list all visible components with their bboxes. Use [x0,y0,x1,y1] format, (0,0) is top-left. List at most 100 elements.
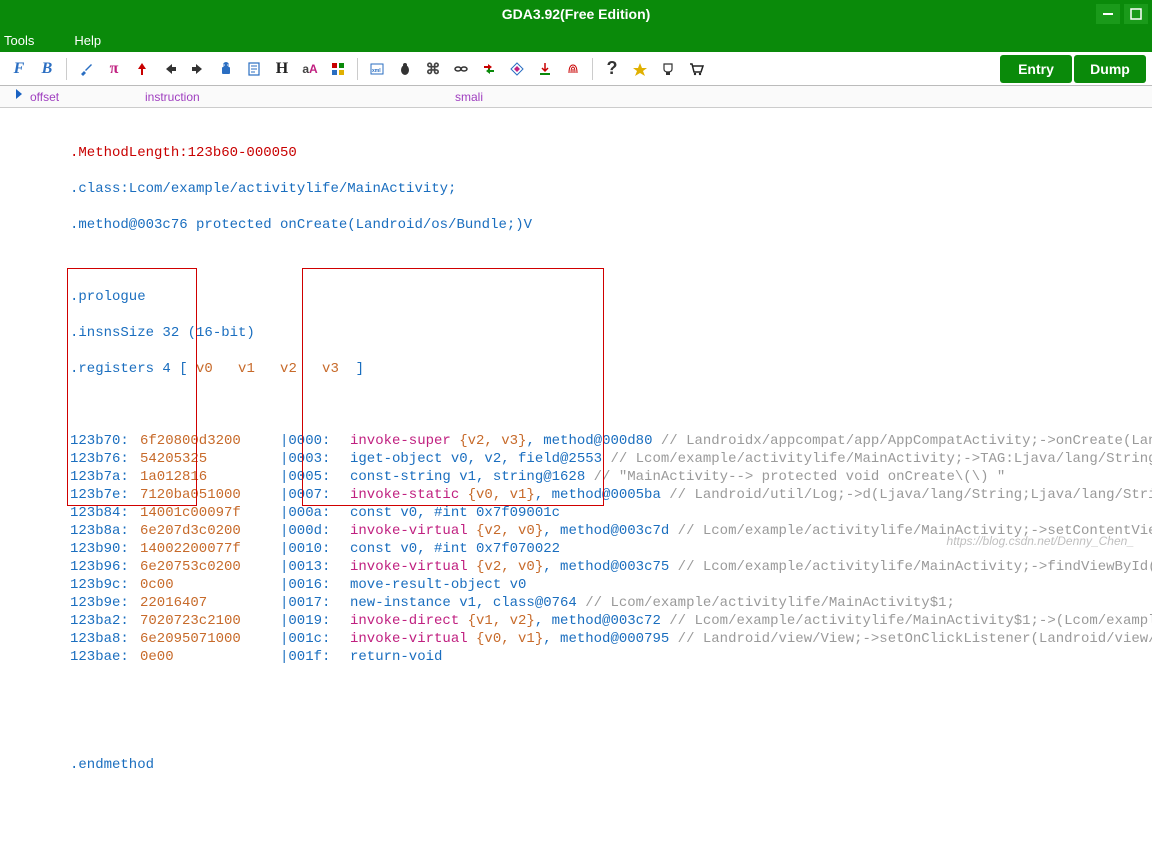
bytes-cell: 14001c00097f [140,504,280,522]
fingerprint-icon[interactable] [560,56,586,82]
code-row[interactable]: 123ba2:7020723c2100|0019:invoke-direct {… [70,612,1152,630]
svg-text:xml: xml [372,68,381,74]
offset-cell: 123b7e: [70,486,140,504]
separator [357,58,358,80]
bug-icon[interactable] [392,56,418,82]
index-cell: |0003: [280,450,350,468]
offset-cell: 123b7a: [70,468,140,486]
diff-arrows-icon[interactable] [476,56,502,82]
registers-line: .registers 4 [ v0 v1 v2 v3 ] [70,360,1152,378]
toolbar-b-button[interactable]: B [34,56,60,82]
code-row[interactable]: 123b7a:1a012816|0005:const-string v1, st… [70,468,1152,486]
endmethod-line: .endmethod [70,756,1152,774]
entry-button[interactable]: Entry [1000,55,1072,83]
aa-icon[interactable]: aA [297,56,323,82]
watermark: https://blog.csdn.net/Denny_Chen_ [947,534,1134,548]
bytes-cell: 1a012816 [140,468,280,486]
bytes-cell: 6e20753c0200 [140,558,280,576]
index-cell: |001f: [280,648,350,666]
col-offset[interactable]: offset [30,90,145,104]
maximize-button[interactable] [1124,4,1148,24]
pi-icon[interactable]: π [101,56,127,82]
toolbar-f-button[interactable]: F [6,56,32,82]
col-instruction[interactable]: instruction [145,90,455,104]
comment-cell: // Landroid/util/Log;->d(Ljava/lang/Stri… [669,487,1152,503]
comment-cell: // Lcom/example/activitylife/MainActivit… [669,613,1152,629]
col-smali[interactable]: smali [455,90,1152,104]
up-arrow-icon[interactable] [129,56,155,82]
comment-cell: // Lcom/example/activitylife/MainActivit… [585,595,955,611]
index-cell: |0007: [280,486,350,504]
offset-cell: 123b84: [70,504,140,522]
index-cell: |0016: [280,576,350,594]
back-arrow-icon[interactable] [157,56,183,82]
column-header: offset instruction smali [0,86,1152,108]
offset-cell: 123ba8: [70,630,140,648]
bytes-cell: 6f20800d3200 [140,432,280,450]
code-area[interactable]: .MethodLength:123b60-000050 .class:Lcom/… [0,108,1152,846]
index-cell: |0019: [280,612,350,630]
code-row[interactable]: 123b9e:22016407|0017:new-instance v1, cl… [70,594,1152,612]
command-icon[interactable]: ⌘ [420,56,446,82]
help-icon[interactable]: ? [599,56,625,82]
code-row[interactable]: 123b96:6e20753c0200|0013:invoke-virtual … [70,558,1152,576]
comment-cell: // Lcom/example/activitylife/MainActivit… [610,451,1152,467]
bytes-cell: 7120ba051000 [140,486,280,504]
method-length: .MethodLength:123b60-000050 [70,145,297,161]
diamond-icon[interactable] [504,56,530,82]
forward-arrow-icon[interactable] [185,56,211,82]
offset-cell: 123b8a: [70,522,140,540]
index-cell: |0005: [280,468,350,486]
xml-icon[interactable]: xml [364,56,390,82]
index-cell: |0010: [280,540,350,558]
dump-button[interactable]: Dump [1074,55,1146,83]
menu-tools[interactable]: Tools [4,33,34,48]
code-row[interactable]: 123b9c:0c00|0016:move-result-object v0 [70,576,1152,594]
titlebar: GDA3.92(Free Edition) [0,0,1152,28]
comment-cell: // Landroidx/appcompat/app/AppCompatActi… [661,433,1152,449]
class-line: .class:Lcom/example/activitylife/MainAct… [70,180,1152,198]
offset-cell: 123ba2: [70,612,140,630]
index-cell: |0000: [280,432,350,450]
h-icon[interactable]: H [269,56,295,82]
index-cell: |000d: [280,522,350,540]
index-cell: |001c: [280,630,350,648]
bytes-cell: 7020723c2100 [140,612,280,630]
code-row[interactable]: 123b7e:7120ba051000|0007:invoke-static {… [70,486,1152,504]
bytes-cell: 14002200077f [140,540,280,558]
offset-cell: 123b76: [70,450,140,468]
code-row[interactable]: 123ba8:6e2095071000|001c:invoke-virtual … [70,630,1152,648]
comment-cell: // Lcom/example/activitylife/MainActivit… [678,559,1152,575]
code-row[interactable]: 123bae:0e00|001f:return-void [70,648,1152,666]
menubar: Tools Help [0,28,1152,52]
star-icon[interactable] [627,56,653,82]
offset-cell: 123bae: [70,648,140,666]
insns-line: .insnsSize 32 (16-bit) [70,324,1152,342]
document-icon[interactable] [241,56,267,82]
minimize-button[interactable] [1096,4,1120,24]
brush-icon[interactable] [73,56,99,82]
bytes-cell: 6e2095071000 [140,630,280,648]
link-icon[interactable] [448,56,474,82]
grid-icon[interactable] [325,56,351,82]
code-row[interactable]: 123b84:14001c00097f|000a:const v0, #int … [70,504,1152,522]
toolbar: F B π H aA xml ⌘ ? Entry Dump [0,52,1152,86]
trophy-icon[interactable] [655,56,681,82]
method-line: .method@003c76 protected onCreate(Landro… [70,216,1152,234]
offset-cell: 123b90: [70,540,140,558]
android-icon[interactable] [213,56,239,82]
menu-help[interactable]: Help [74,33,101,48]
code-row[interactable]: 123b70:6f20800d3200|0000:invoke-super {v… [70,432,1152,450]
offset-cell: 123b9c: [70,576,140,594]
bytes-cell: 54205325 [140,450,280,468]
window-title: GDA3.92(Free Edition) [502,6,651,22]
bytes-cell: 0e00 [140,648,280,666]
index-cell: |0013: [280,558,350,576]
prologue-line: .prologue [70,288,1152,306]
offset-cell: 123b96: [70,558,140,576]
separator [66,58,67,80]
comment-cell: // "MainActivity--> protected void onCre… [594,469,1006,485]
code-row[interactable]: 123b76:54205325|0003:iget-object v0, v2,… [70,450,1152,468]
cart-icon[interactable] [683,56,709,82]
download-icon[interactable] [532,56,558,82]
